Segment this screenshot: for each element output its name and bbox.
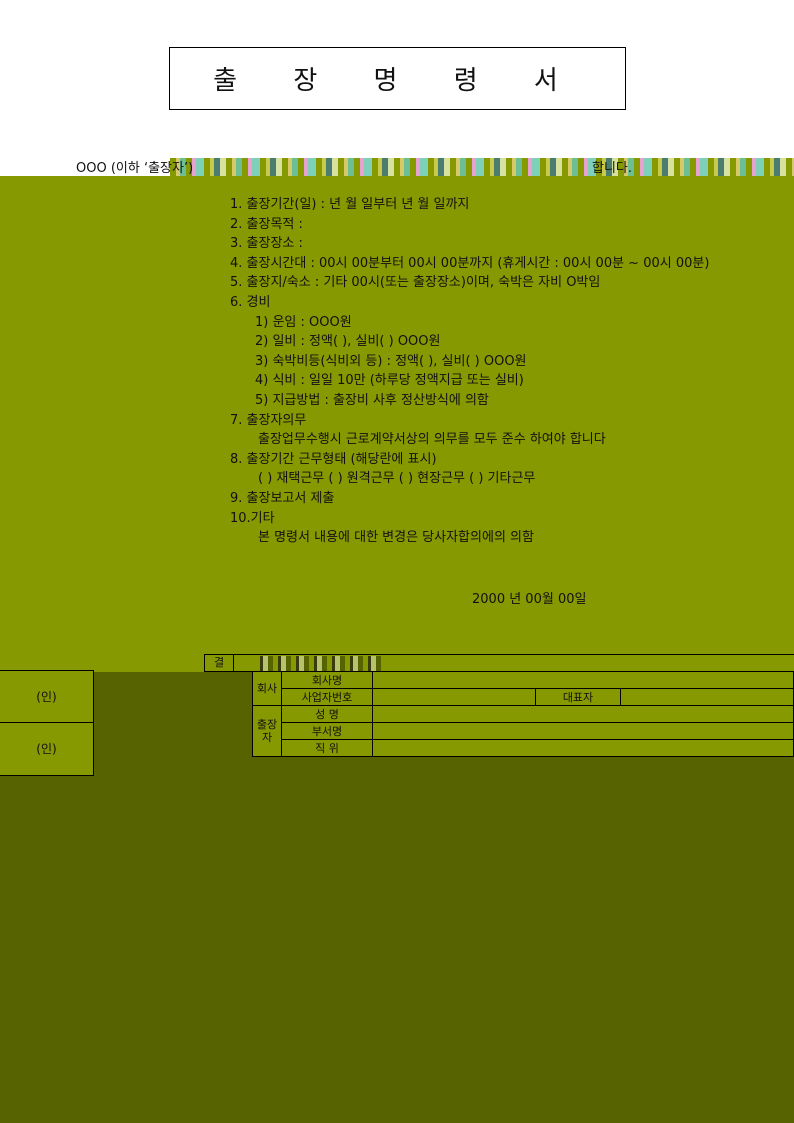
party-info-table: 회사 회사명 사업자번호 대표자 출장자 성 명 부서명 직 위 [252,671,794,757]
item-lodging: 5. 출장지/숙소 : 기타 00시(또는 출장장소)이며, 숙박은 자비 O박… [230,275,601,291]
intro-text: OOO (이하 ‘출장자’) [76,161,194,176]
item-work-type: 8. 출장기간 근무형태 (해당란에 표시) [230,451,437,467]
item-place: 3. 출장장소 : [230,236,303,252]
item-other: 10.기타 [230,510,275,526]
position-label: 직 위 [281,739,373,757]
stamp-cell-company: (인) [0,671,93,723]
table-row: 직 위 [253,739,794,757]
department-value[interactable] [372,722,794,740]
table-row: 부서명 [253,722,794,740]
item-expense-meal: 4) 식비 : 일일 10만 (하루당 정액지급 또는 실비) [255,373,524,389]
item-other-text: 본 명령서 내용에 대한 변경은 당사자합의에의 의함 [258,530,534,546]
item-work-type-options: ( ) 재택근무 ( ) 원격근무 ( ) 현장근무 ( ) 기타근무 [258,471,536,487]
item-duty: 7. 출장자의무 [230,412,307,428]
business-number-label: 사업자번호 [281,688,373,706]
item-duty-text: 출장업무수행시 근로계약서상의 의무를 모두 준수 하여야 합니다 [258,432,606,448]
company-name-label: 회사명 [281,671,373,689]
item-expense-payment: 5) 지급방법 : 출장비 사후 정산방식에 의함 [255,392,489,408]
employee-side-label: 출장자 [252,705,282,757]
order-items: 1. 출장기간(일) : 년 월 일부터 년 월 일까지 2. 출장목적 : 3… [230,195,709,548]
business-number-value[interactable] [372,688,536,706]
item-expense-lodging: 3) 숙박비등(식비외 등) : 정액( ), 실비( ) OOO원 [255,353,527,369]
document-title: 출 장 명 령 서 [213,66,582,96]
item-purpose: 2. 출장목적 : [230,216,303,232]
item-period: 1. 출장기간(일) : 년 월 일부터 년 월 일까지 [230,197,470,212]
item-expenses: 6. 경비 [230,294,271,310]
company-name-value[interactable] [372,671,794,689]
approval-header-row: 결 [204,654,794,672]
representative-label: 대표자 [535,688,621,706]
stamp-cell-employee: (인) [36,742,57,756]
item-report: 9. 출장보고서 제출 [230,490,335,506]
employee-name-value[interactable] [372,705,794,723]
table-row: 회사 회사명 [252,671,794,706]
department-label: 부서명 [281,722,373,740]
intro-text-end: 합니다. [592,161,633,176]
document-title-box: 출 장 명 령 서 [169,47,626,110]
employee-name-label: 성 명 [281,705,373,723]
representative-value[interactable] [620,688,794,706]
table-row: 출장자 성 명 [252,705,794,757]
document-date: 2000 년 00월 00일 [472,592,587,607]
item-hours: 4. 출장시간대 : 00시 00분부터 00시 00분까지 (휴게시간 : 0… [230,255,710,271]
render-artifact-strip [170,158,794,176]
table-row: 사업자번호 대표자 [253,688,794,706]
item-expense-daily: 2) 일비 : 정액( ), 실비( ) OOO원 [255,334,441,350]
item-expense-fare: 1) 운임 : OOO원 [255,314,352,330]
position-value[interactable] [372,739,794,757]
signature-stamp-box: (인) (인) [0,670,94,776]
approval-header-cell: 결 [205,655,234,671]
company-side-label: 회사 [252,671,282,706]
